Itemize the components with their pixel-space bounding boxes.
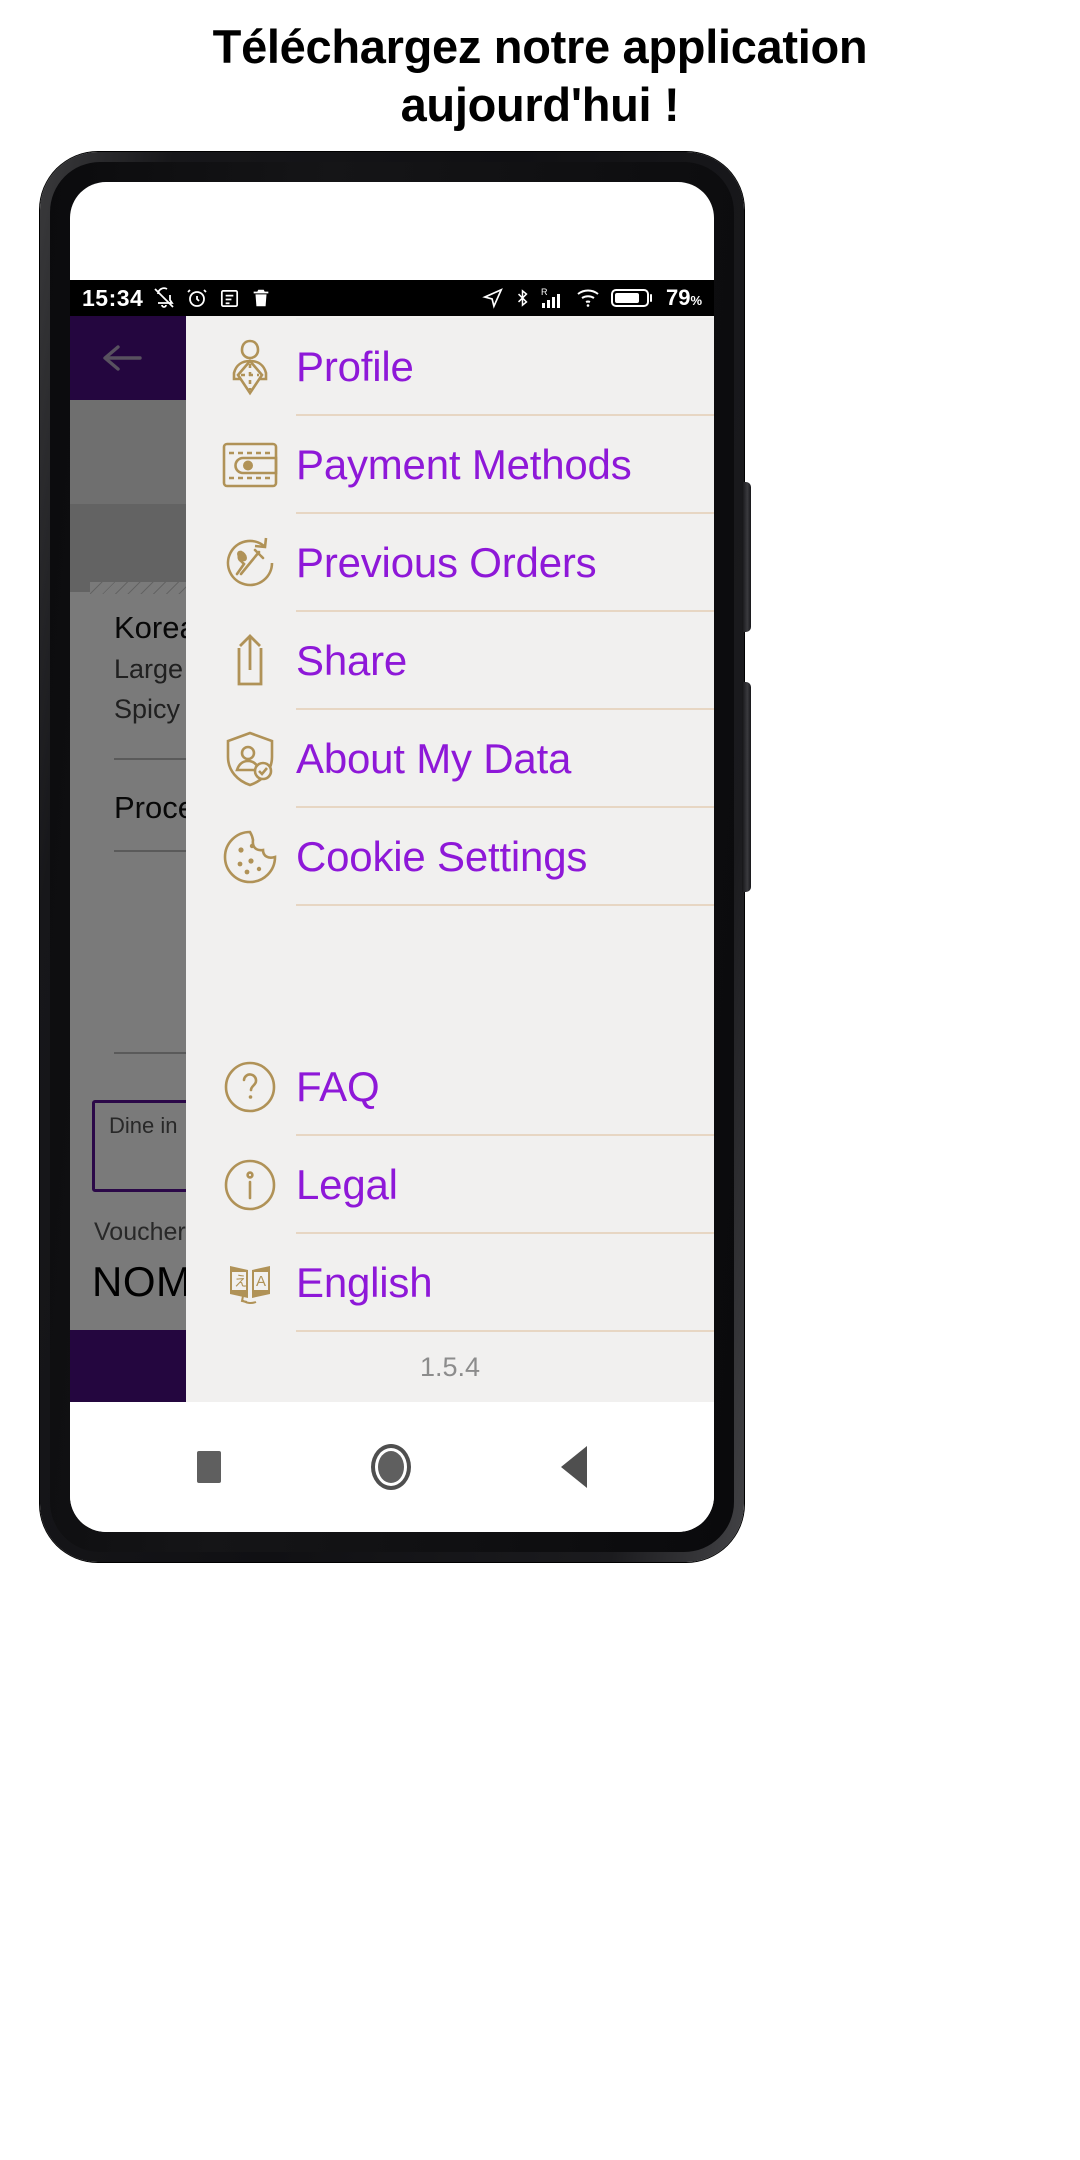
alarm-icon <box>187 289 207 307</box>
promo-heading: Téléchargez notre application aujourd'hu… <box>0 18 1080 134</box>
status-bar: 15:34 R 79% <box>70 280 714 316</box>
drawer-spacer <box>186 906 714 1038</box>
phone-side-button-lower[interactable] <box>742 682 751 892</box>
question-circle-icon <box>204 1059 296 1115</box>
android-nav-bar <box>70 1402 714 1532</box>
battery-icon <box>610 289 652 307</box>
svg-text:R: R <box>541 287 548 297</box>
location-icon <box>482 288 503 309</box>
menu-label: Cookie Settings <box>296 833 588 880</box>
phone-side-button-upper[interactable] <box>742 482 751 632</box>
menu-label: FAQ <box>296 1063 380 1110</box>
menu-label: Share <box>296 637 408 684</box>
menu-label: Legal <box>296 1161 398 1208</box>
cutlery-history-icon <box>204 534 296 592</box>
menu-label: Previous Orders <box>296 539 597 586</box>
app-screen: 15:34 R 79% Profile Payment Methods Prev… <box>70 182 714 1532</box>
shield-user-icon <box>204 729 296 789</box>
promo-line-2: aujourd'hui ! <box>400 77 680 131</box>
svg-text:A: A <box>256 1273 266 1290</box>
promo-line-1: Téléchargez notre application <box>212 20 868 73</box>
menu-item-previous-orders[interactable]: Previous Orders <box>186 514 714 612</box>
home-circle-icon[interactable] <box>371 1444 411 1490</box>
menu-item-legal[interactable]: Legal <box>186 1136 714 1234</box>
phone-screen: 15:34 R 79% Profile Payment Methods Prev… <box>70 182 714 1532</box>
svg-text:え: え <box>234 1273 248 1289</box>
bell-off-icon <box>154 287 175 308</box>
cookie-icon <box>204 828 296 886</box>
drawer-primary-menu: Profile Payment Methods Previous Orders … <box>186 316 714 906</box>
menu-item-profile[interactable]: Profile <box>186 318 714 416</box>
page-root: Téléchargez notre application aujourd'hu… <box>0 0 1080 2160</box>
menu-item-language[interactable]: え A English <box>186 1234 714 1332</box>
menu-label: About My Data <box>296 735 572 782</box>
back-triangle-icon[interactable] <box>561 1446 587 1488</box>
trash-icon <box>253 289 269 307</box>
menu-item-faq[interactable]: FAQ <box>186 1038 714 1136</box>
navigation-drawer: Profile Payment Methods Previous Orders … <box>186 316 714 1402</box>
menu-label: Profile <box>296 343 414 390</box>
status-time: 15:34 <box>82 284 144 311</box>
wifi-icon <box>577 289 599 307</box>
menu-item-payment-methods[interactable]: Payment Methods <box>186 416 714 514</box>
drawer-secondary-menu: FAQ Legal え A English 1.5.4 <box>186 1038 714 1402</box>
menu-item-share[interactable]: Share <box>186 612 714 710</box>
menu-label: English <box>296 1259 433 1306</box>
phone-mockup: 15:34 R 79% Profile Payment Methods Prev… <box>40 152 751 1562</box>
wallet-icon <box>204 440 296 490</box>
translate-icon: え A <box>204 1256 296 1310</box>
recents-square-icon[interactable] <box>197 1451 221 1483</box>
share-icon <box>204 632 296 690</box>
calendar-icon <box>221 289 239 307</box>
menu-item-about-my-data[interactable]: About My Data <box>186 710 714 808</box>
phone-bezel: 15:34 R 79% Profile Payment Methods Prev… <box>50 162 734 1552</box>
bluetooth-icon <box>517 289 528 307</box>
battery-percent: 79% <box>665 285 702 310</box>
profile-icon <box>204 337 296 397</box>
menu-item-cookie-settings[interactable]: Cookie Settings <box>186 808 714 906</box>
signal-roaming-icon: R <box>541 287 560 308</box>
app-version: 1.5.4 <box>419 1351 481 1382</box>
info-circle-icon <box>204 1157 296 1213</box>
menu-label: Payment Methods <box>296 441 632 488</box>
